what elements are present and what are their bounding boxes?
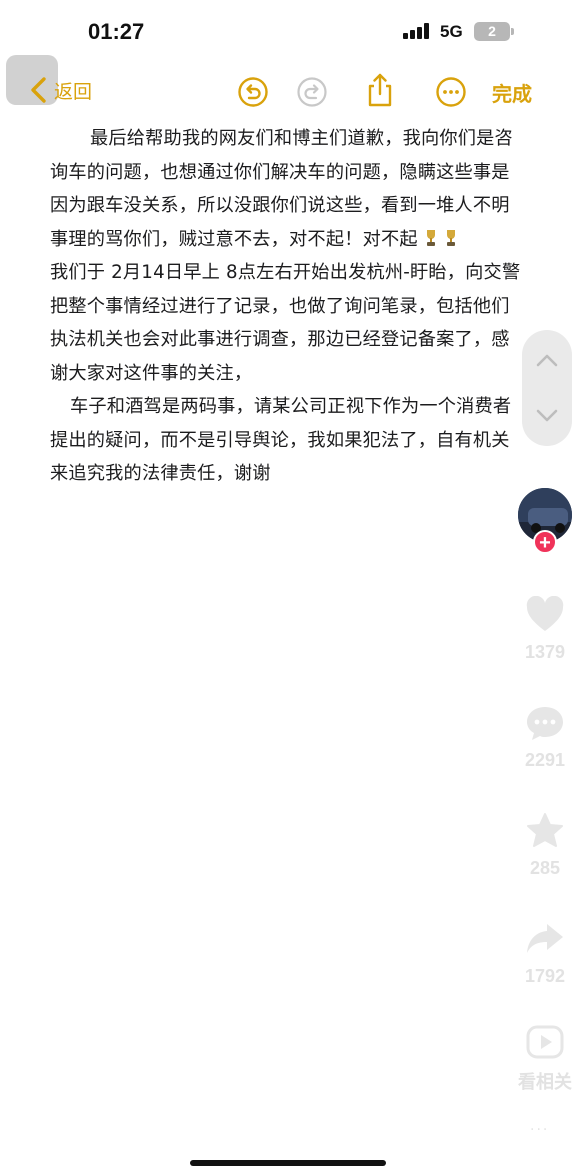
- battery-icon: 2: [474, 22, 510, 41]
- redo-icon[interactable]: [296, 76, 328, 108]
- play-icon: [526, 1025, 564, 1059]
- favorite-action[interactable]: 285: [514, 812, 576, 879]
- like-count: 1379: [524, 642, 566, 662]
- note-paragraph-1: 最后给帮助我的网友们和博主们道歉，我向你们是咨询车的问题，也想通过你们解决车的问…: [50, 122, 524, 256]
- more-dots: ···: [530, 1122, 550, 1138]
- more-icon[interactable]: [435, 76, 467, 108]
- share-action[interactable]: 1792: [514, 920, 576, 987]
- related-label: 看相关: [518, 1072, 572, 1093]
- chevron-up-icon[interactable]: [535, 352, 559, 368]
- like-action[interactable]: 1379: [514, 596, 576, 663]
- network-type: 5G: [440, 22, 463, 41]
- share-count: 1792: [524, 966, 566, 986]
- back-label: 返回: [54, 80, 93, 103]
- comment-count: 2291: [524, 750, 566, 770]
- comment-action[interactable]: 2291: [514, 704, 576, 771]
- comment-icon: [527, 707, 563, 740]
- share-arrow-icon: [527, 924, 563, 953]
- heart-icon: [526, 596, 564, 631]
- cellular-signal-icon: [403, 23, 429, 39]
- share-icon[interactable]: [364, 72, 396, 108]
- status-time: 01:27: [88, 19, 145, 44]
- back-button[interactable]: 返回: [28, 76, 92, 104]
- note-paragraph-2: 我们于 2月14日早上 8点左右开始出发杭州-盱眙，向交警把整个事情经过进行了记…: [50, 262, 521, 384]
- trophy-emoji: [446, 229, 455, 246]
- favorite-count: 285: [529, 858, 561, 878]
- follow-button[interactable]: +: [533, 530, 557, 554]
- undo-icon[interactable]: [237, 76, 269, 108]
- status-bar: 01:27 5G 2: [0, 0, 588, 62]
- trophy-emoji: [426, 229, 435, 246]
- note-content[interactable]: 最后给帮助我的网友们和博主们道歉，我向你们是咨询车的问题，也想通过你们解决车的问…: [50, 122, 524, 491]
- note-toolbar: 返回 完成: [0, 62, 588, 122]
- chevron-down-icon[interactable]: [535, 408, 559, 424]
- note-paragraph-3: 车子和酒驾是两码事，请某公司正视下作为一个消费者提出的疑问，而不是引导舆论，我如…: [50, 396, 512, 484]
- done-button[interactable]: 完成: [492, 78, 532, 107]
- star-icon: [527, 813, 563, 847]
- home-indicator[interactable]: [190, 1160, 386, 1166]
- related-action[interactable]: 看相关: [514, 1024, 576, 1094]
- scroll-navigator[interactable]: [522, 330, 572, 446]
- battery-tip: [511, 28, 514, 35]
- chevron-left-icon: [31, 77, 46, 103]
